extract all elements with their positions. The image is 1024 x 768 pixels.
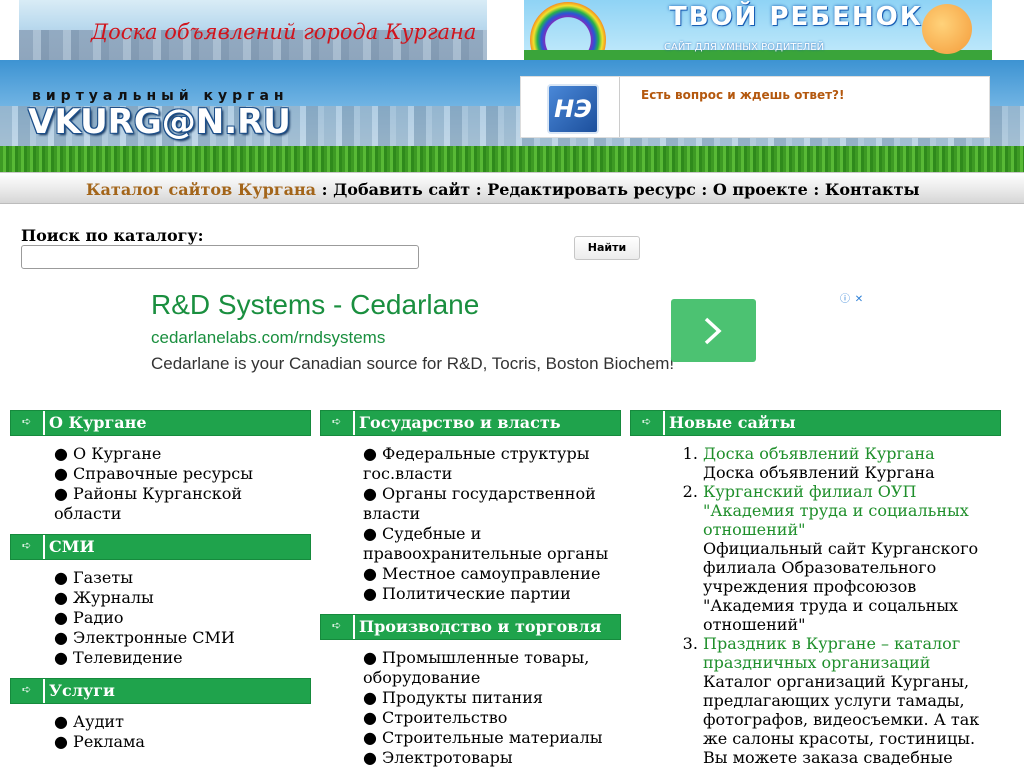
search-button[interactable]: Найти bbox=[574, 236, 640, 260]
arrow-bullet-icon: ➪ bbox=[321, 615, 355, 639]
new-site-description: Каталог организаций Курганы, предлагающи… bbox=[703, 672, 980, 767]
list-item: Праздник в Кургане – каталог праздничных… bbox=[703, 634, 1001, 767]
search-input[interactable] bbox=[21, 245, 419, 269]
list-item[interactable]: Строительные материалы bbox=[363, 728, 621, 748]
new-site-description: Официальный сайт Курганского филиала Обр… bbox=[703, 539, 979, 634]
banner-board-ads[interactable]: Доска объявлений города Кургана bbox=[19, 0, 487, 60]
new-sites-list: Доска объявлений Кургана Доска объявлени… bbox=[630, 436, 1001, 767]
new-site-link[interactable]: Доска объявлений Кургана bbox=[703, 444, 1001, 463]
ad-question-text: Есть вопрос и ждешь ответ?! bbox=[641, 88, 845, 102]
list-item[interactable]: Органы государственной власти bbox=[363, 484, 621, 524]
ne-logo-icon: НЭ bbox=[547, 84, 599, 134]
list-item[interactable]: Телевидение bbox=[54, 648, 311, 668]
section-list: Газеты Журналы Радио Электронные СМИ Тел… bbox=[10, 560, 311, 678]
section-title: СМИ bbox=[49, 537, 95, 556]
new-site-link[interactable]: Курганский филиал ОУП "Академия труда и … bbox=[703, 482, 1001, 539]
section-title: Производство и торговля bbox=[359, 617, 602, 636]
list-item[interactable]: Строительство bbox=[363, 708, 621, 728]
list-item[interactable]: Промышленные товары, оборудование bbox=[363, 648, 621, 688]
ad-divider bbox=[619, 77, 620, 137]
list-item: Курганский филиал ОУП "Академия труда и … bbox=[703, 482, 1001, 634]
header-ad-box[interactable]: НЭ Есть вопрос и ждешь ответ?! bbox=[520, 76, 990, 138]
header-grass-image bbox=[0, 146, 1024, 172]
chevron-right-icon bbox=[704, 317, 722, 345]
list-item[interactable]: Районы Курганской области bbox=[54, 484, 311, 524]
list-item[interactable]: Электронные СМИ bbox=[54, 628, 311, 648]
catalog-column-1: ➪ О Кургане О Кургане Справочные ресурсы… bbox=[10, 410, 311, 762]
list-item[interactable]: Судебные и правоохранительные органы bbox=[363, 524, 621, 564]
section-header-media[interactable]: ➪ СМИ bbox=[10, 534, 311, 560]
text-ad[interactable]: R&D Systems - Cedarlane cedarlanelabs.co… bbox=[140, 286, 870, 386]
nav-edit-resource[interactable]: Редактировать ресурс bbox=[487, 180, 696, 199]
info-icon[interactable]: ⓘ bbox=[838, 293, 852, 307]
section-header-production[interactable]: ➪ Производство и торговля bbox=[320, 614, 621, 640]
section-header-new-sites[interactable]: ➪ Новые сайты bbox=[630, 410, 1001, 436]
list-item[interactable]: Электротовары bbox=[363, 748, 621, 768]
top-banners: Доска объявлений города Кургана ТВОЙ РЕБ… bbox=[0, 0, 1024, 60]
ad-title[interactable]: R&D Systems - Cedarlane bbox=[151, 289, 479, 321]
section-list: Промышленные товары, оборудование Продук… bbox=[320, 640, 621, 768]
new-site-link[interactable]: Праздник в Кургане – каталог праздничных… bbox=[703, 634, 1001, 672]
arrow-bullet-icon: ➪ bbox=[11, 679, 45, 703]
list-item[interactable]: Справочные ресурсы bbox=[54, 464, 311, 484]
nav-separator: : bbox=[695, 180, 713, 199]
ad-url[interactable]: cedarlanelabs.com/rndsystems bbox=[151, 328, 385, 348]
list-item[interactable]: Газеты bbox=[54, 568, 311, 588]
nav-separator: : bbox=[807, 180, 825, 199]
search-label: Поиск по каталогу: bbox=[21, 226, 204, 245]
arrow-bullet-icon: ➪ bbox=[11, 411, 45, 435]
arrow-bullet-icon: ➪ bbox=[631, 411, 665, 435]
nav-separator: : bbox=[470, 180, 488, 199]
banner-your-child-subtitle: САЙТ ДЛЯ УМНЫХ РОДИТЕЛЕЙ bbox=[664, 42, 825, 53]
list-item[interactable]: Продукты питания bbox=[363, 688, 621, 708]
ad-open-button[interactable] bbox=[671, 299, 756, 362]
list-item: Доска объявлений Кургана Доска объявлени… bbox=[703, 444, 1001, 482]
section-list: О Кургане Справочные ресурсы Районы Кург… bbox=[10, 436, 311, 534]
catalog-column-2: ➪ Государство и власть Федеральные струк… bbox=[320, 410, 621, 768]
nav-add-site[interactable]: Добавить сайт bbox=[333, 180, 470, 199]
list-item[interactable]: Федеральные структуры гос.власти bbox=[363, 444, 621, 484]
nav-separator: : bbox=[316, 180, 334, 199]
section-title: Услуги bbox=[49, 681, 115, 700]
banner-your-child-title: ТВОЙ РЕБЕНОК bbox=[669, 2, 923, 32]
section-header-government[interactable]: ➪ Государство и власть bbox=[320, 410, 621, 436]
nav-current-catalog[interactable]: Каталог сайтов Кургана bbox=[86, 180, 316, 199]
banner-board-ads-text: Доска объявлений города Кургана bbox=[91, 20, 477, 44]
list-item[interactable]: О Кургане bbox=[54, 444, 311, 464]
list-item[interactable]: Местное самоуправление bbox=[363, 564, 621, 584]
new-sites-column: ➪ Новые сайты Доска объявлений Кургана Д… bbox=[630, 410, 1001, 767]
new-site-description: Доска объявлений Кургана bbox=[703, 463, 935, 482]
section-title: О Кургане bbox=[49, 413, 147, 432]
section-list: Аудит Реклама bbox=[10, 704, 311, 762]
arrow-bullet-icon: ➪ bbox=[321, 411, 355, 435]
section-title: Новые сайты bbox=[669, 413, 796, 432]
nav-contacts[interactable]: Контакты bbox=[825, 180, 920, 199]
close-icon[interactable]: ✕ bbox=[852, 293, 866, 307]
list-item[interactable]: Реклама bbox=[54, 732, 311, 752]
section-list: Федеральные структуры гос.власти Органы … bbox=[320, 436, 621, 614]
list-item[interactable]: Аудит bbox=[54, 712, 311, 732]
ad-choices[interactable]: ⓘ ✕ bbox=[838, 287, 870, 305]
main-navbar: Каталог сайтов Кургана : Добавить сайт :… bbox=[0, 172, 1024, 204]
section-title: Государство и власть bbox=[359, 413, 561, 432]
list-item[interactable]: Радио bbox=[54, 608, 311, 628]
arrow-bullet-icon: ➪ bbox=[11, 535, 45, 559]
list-item[interactable]: Журналы bbox=[54, 588, 311, 608]
section-header-services[interactable]: ➪ Услуги bbox=[10, 678, 311, 704]
site-logo[interactable]: VKURG@N.RU bbox=[28, 102, 291, 142]
list-item[interactable]: Политические партии bbox=[363, 584, 621, 604]
nav-links: Каталог сайтов Кургана : Добавить сайт :… bbox=[86, 180, 920, 199]
section-header-about[interactable]: ➪ О Кургане bbox=[10, 410, 311, 436]
toy-image bbox=[922, 4, 972, 54]
ad-description: Cedarlane is your Canadian source for R&… bbox=[151, 354, 675, 373]
nav-about[interactable]: О проекте bbox=[713, 180, 808, 199]
banner-your-child[interactable]: ТВОЙ РЕБЕНОК САЙТ ДЛЯ УМНЫХ РОДИТЕЛЕЙ bbox=[524, 0, 992, 60]
